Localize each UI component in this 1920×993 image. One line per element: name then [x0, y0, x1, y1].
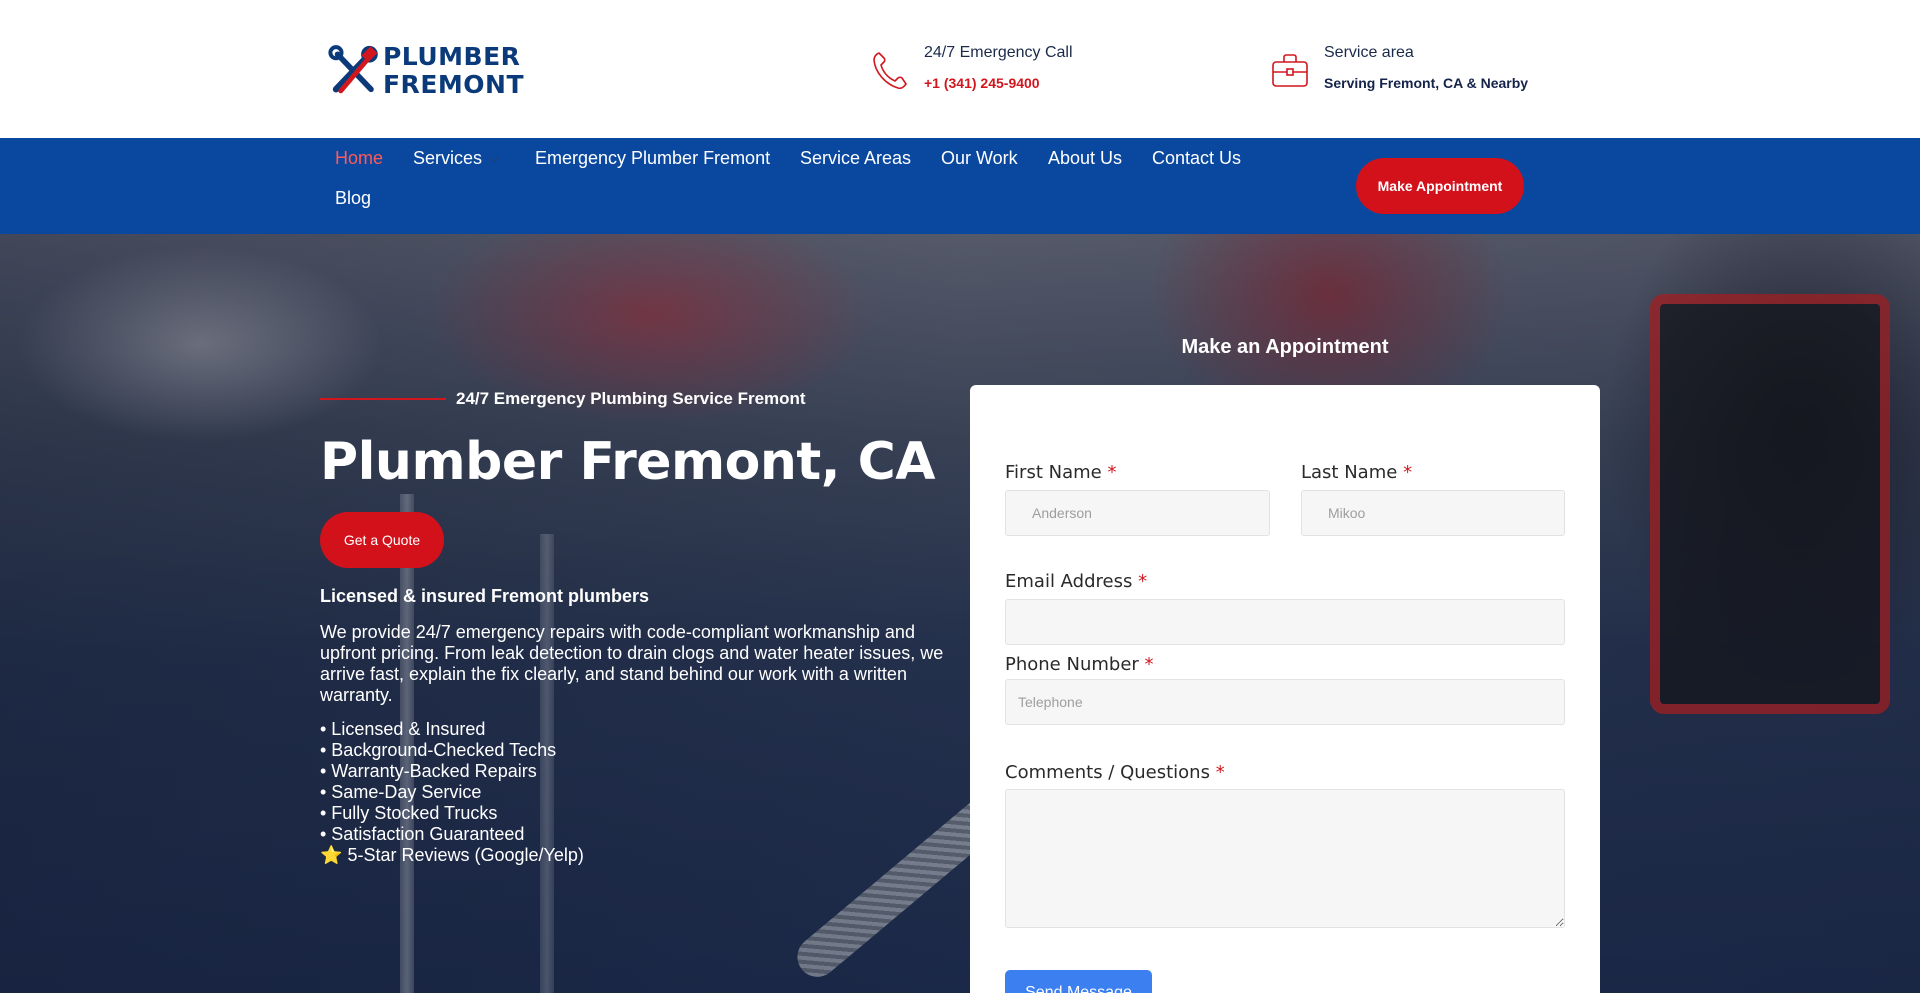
hero-eyebrow: 24/7 Emergency Plumbing Service Fremont: [320, 389, 806, 409]
form-heading: Make an Appointment: [1181, 336, 1389, 358]
first-name-label: First Name *: [1005, 462, 1116, 483]
star-icon: ⭐: [320, 845, 343, 865]
required-mark: *: [1107, 462, 1117, 483]
nav-emergency-plumber[interactable]: Emergency Plumber Fremont: [535, 146, 770, 170]
required-mark: *: [1403, 462, 1413, 483]
review-text: 5-Star Reviews (Google/Yelp): [347, 845, 584, 865]
main-navigation: Home Services Emergency Plumber Fremont …: [0, 138, 1920, 234]
review-list-item: ⭐ 5-Star Reviews (Google/Yelp): [320, 845, 584, 866]
last-name-label-text: Last Name: [1301, 462, 1398, 483]
top-header: PLUMBER FREMONT 24/7 Emergency Call +1 (…: [0, 0, 1920, 138]
comments-field[interactable]: [1005, 789, 1565, 928]
required-mark: *: [1215, 762, 1225, 783]
nav-home[interactable]: Home: [335, 146, 383, 170]
phone-label: Phone Number *: [1005, 654, 1154, 675]
phone-icon: [873, 52, 907, 90]
emergency-call-block: 24/7 Emergency Call +1 (341) 245-9400: [870, 42, 1073, 94]
list-item: • Same-Day Service: [320, 782, 482, 802]
last-name-label: Last Name *: [1301, 462, 1412, 483]
list-item: • Licensed & Insured: [320, 719, 486, 739]
nav-our-work[interactable]: Our Work: [941, 146, 1018, 170]
last-name-field[interactable]: [1301, 490, 1565, 536]
hero-eyebrow-text: 24/7 Emergency Plumbing Service Fremont: [456, 389, 806, 408]
hero-section: [0, 234, 1920, 993]
list-item: • Background-Checked Techs: [320, 740, 557, 760]
nav-service-areas[interactable]: Service Areas: [800, 146, 911, 170]
list-item: • Satisfaction Guaranteed: [320, 824, 525, 844]
eyebrow-divider: [320, 398, 446, 400]
comments-label: Comments / Questions *: [1005, 762, 1225, 783]
call-phone-link[interactable]: +1 (341) 245-9400: [924, 72, 1073, 94]
make-appointment-button[interactable]: Make Appointment: [1356, 158, 1524, 214]
wrench-logo-icon: [328, 45, 378, 94]
list-item: • Warranty-Backed Repairs: [320, 761, 537, 781]
email-label-text: Email Address: [1005, 571, 1133, 592]
email-label: Email Address *: [1005, 571, 1147, 592]
nav-about-us[interactable]: About Us: [1048, 146, 1122, 170]
call-title: 24/7 Emergency Call: [924, 44, 1073, 61]
send-message-button[interactable]: Send Message: [1005, 970, 1152, 993]
first-name-field[interactable]: [1005, 490, 1270, 536]
comments-label-text: Comments / Questions: [1005, 762, 1210, 783]
hero-subheading: Licensed & insured Fremont plumbers: [320, 586, 650, 606]
nav-contact-us[interactable]: Contact Us: [1152, 146, 1241, 170]
service-area-value: Serving Fremont, CA & Nearby: [1324, 75, 1529, 91]
first-name-label-text: First Name: [1005, 462, 1102, 483]
logo-wordmark: PLUMBER FREMONT: [383, 43, 524, 99]
service-area-block: Service area Serving Fremont, CA & Nearb…: [1270, 42, 1528, 94]
logo-line-2: FREMONT: [382, 70, 524, 99]
logo-line-1: PLUMBER: [382, 42, 521, 71]
hero-benefits-list: • Licensed & Insured • Background-Checke…: [320, 719, 584, 866]
service-area-title: Service area: [1324, 44, 1414, 61]
phone-label-text: Phone Number: [1005, 654, 1139, 675]
hero-title: Plumber Fremont, CA: [320, 432, 936, 492]
nav-blog[interactable]: Blog: [335, 186, 371, 210]
briefcase-icon: [1272, 54, 1308, 87]
nav-services[interactable]: Services: [413, 146, 500, 170]
nav-services-label: Services: [413, 148, 483, 168]
get-a-quote-button[interactable]: Get a Quote: [320, 512, 444, 568]
site-logo[interactable]: PLUMBER FREMONT: [328, 40, 524, 102]
required-mark: *: [1144, 654, 1154, 675]
chevron-down-icon: [488, 151, 500, 163]
hero-overlay: [0, 234, 1920, 993]
required-mark: *: [1138, 571, 1148, 592]
list-item: • Fully Stocked Trucks: [320, 803, 498, 823]
email-field[interactable]: [1005, 599, 1565, 645]
hero-description: We provide 24/7 emergency repairs with c…: [320, 622, 944, 705]
phone-field[interactable]: [1005, 679, 1565, 725]
